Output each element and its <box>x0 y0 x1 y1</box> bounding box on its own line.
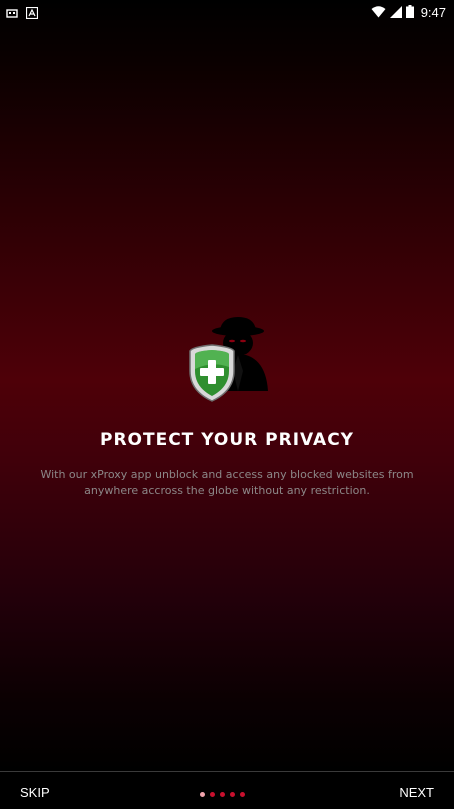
next-button[interactable]: NEXT <box>399 785 434 800</box>
slide-description: With our xProxy app unblock and access a… <box>40 468 414 497</box>
page-dot-1[interactable] <box>200 792 205 797</box>
wifi-icon <box>371 3 386 22</box>
notification-a-icon <box>25 4 39 20</box>
onboarding-nav-bar: SKIP NEXT <box>0 771 454 809</box>
usb-icon <box>6 4 18 18</box>
page-dot-5[interactable] <box>240 792 245 797</box>
page-dot-4[interactable] <box>230 792 235 797</box>
skip-button[interactable]: SKIP <box>20 785 50 800</box>
cell-signal-icon <box>389 3 402 22</box>
battery-icon <box>405 3 414 22</box>
status-bar: 9:47 <box>0 0 454 24</box>
page-dot-3[interactable] <box>220 792 225 797</box>
onboarding-screen: 9:47 PROTECT YOUR PRIVACY With our xProx… <box>0 0 454 809</box>
status-time: 9:47 <box>420 5 446 20</box>
page-indicator <box>200 792 245 797</box>
slide-title: PROTECT YOUR PRIVACY <box>100 430 354 450</box>
page-dot-2[interactable] <box>210 792 215 797</box>
spy-shield-icon <box>180 315 272 407</box>
